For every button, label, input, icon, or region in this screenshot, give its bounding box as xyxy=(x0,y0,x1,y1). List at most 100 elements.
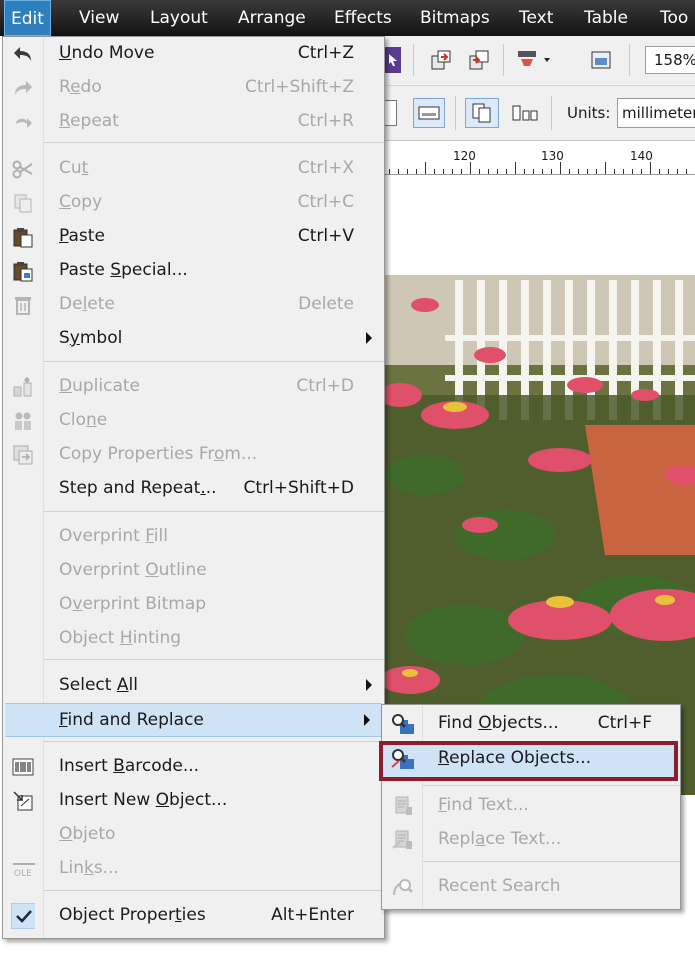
menu-item-label: Repeat xyxy=(59,111,119,131)
menu-item-find-text[interactable]: Find Text... xyxy=(382,789,680,823)
menu-item-delete[interactable]: Delete Delete xyxy=(3,288,384,322)
menu-item-paste-special[interactable]: Paste Special... xyxy=(3,254,384,288)
menu-item-overprint-fill[interactable]: Overprint Fill xyxy=(3,520,384,554)
ruler-tick xyxy=(677,169,678,174)
pick-tool-icon[interactable] xyxy=(385,47,401,73)
menu-view[interactable]: View xyxy=(73,0,125,36)
ruler-tick xyxy=(461,169,462,174)
find-and-replace-submenu: Find Objects... Ctrl+F Replace Objects... F… xyxy=(379,704,681,910)
menu-layout[interactable]: Layout xyxy=(144,0,214,36)
menu-item-paste[interactable]: Paste Ctrl+V xyxy=(3,220,384,254)
menu-item-copy[interactable]: Copy Ctrl+C xyxy=(3,186,384,220)
menu-item-clone[interactable]: Clone xyxy=(3,404,384,438)
menu-effects[interactable]: Effects xyxy=(328,0,398,36)
menu-item-overprint-bitmap[interactable]: Overprint Bitmap xyxy=(3,588,384,622)
clone-icon xyxy=(11,409,35,433)
menu-table[interactable]: Table xyxy=(578,0,634,36)
horizontal-ruler[interactable]: 120 130 140 xyxy=(385,141,695,175)
menu-item-overprint-outline[interactable]: Overprint Outline xyxy=(3,554,384,588)
menu-item-shortcut: Ctrl+Shift+Z xyxy=(244,77,354,97)
menu-item-label: Insert New Object... xyxy=(59,790,228,810)
ruler-tick xyxy=(479,169,480,174)
menu-tools[interactable]: Too xyxy=(654,0,694,36)
menu-separator xyxy=(44,741,384,742)
menu-item-label: Symbol xyxy=(59,328,123,348)
menu-item-find-and-replace[interactable]: Find and Replace xyxy=(5,703,382,737)
paste-special-icon xyxy=(11,259,35,283)
menu-item-label: Step and Repeat... xyxy=(59,478,217,498)
all-pages-icon[interactable] xyxy=(465,98,499,128)
menu-edit[interactable]: Edit xyxy=(4,0,51,36)
current-page-icon[interactable] xyxy=(509,98,541,128)
zoom-level-field[interactable]: 158% xyxy=(645,46,695,74)
menu-item-insert-new-object[interactable]: Insert New Object... xyxy=(3,784,384,818)
menu-separator xyxy=(44,890,384,891)
menu-item-label: Redo xyxy=(59,77,102,97)
menu-separator xyxy=(44,659,384,660)
edit-menu: Undo Move Ctrl+Z Redo Ctrl+Shift+Z Repeat Ctr… xyxy=(2,36,385,939)
menu-item-find-objects[interactable]: Find Objects... Ctrl+F xyxy=(382,707,680,741)
menu-item-symbol[interactable]: Symbol xyxy=(3,322,384,356)
ruler-tick xyxy=(533,169,534,174)
menu-item-shortcut: Ctrl+C xyxy=(297,192,354,212)
menu-item-cut[interactable]: Cut Ctrl+X xyxy=(3,152,384,186)
menu-item-label: Replace Objects... xyxy=(438,748,592,768)
menu-item-label: Overprint Outline xyxy=(59,560,207,580)
copy-properties-icon xyxy=(11,443,35,467)
ruler-tick xyxy=(650,162,651,174)
replace-text-icon xyxy=(390,828,414,852)
find-text-icon xyxy=(390,794,414,818)
menu-item-label: Find Objects... xyxy=(438,713,559,733)
ruler-tick xyxy=(623,169,624,174)
units-dropdown[interactable]: millimeters xyxy=(617,98,695,128)
publish-icon[interactable] xyxy=(515,46,555,74)
duplicate-icon xyxy=(11,375,35,399)
ruler-tick xyxy=(515,162,516,174)
menu-item-links[interactable]: OLE Links... xyxy=(3,852,384,886)
menu-item-replace-text[interactable]: Replace Text... xyxy=(382,823,680,857)
menu-item-label: Cut xyxy=(59,158,89,178)
menu-item-undo-move[interactable]: Undo Move Ctrl+Z xyxy=(3,37,384,71)
portrait-page-icon[interactable] xyxy=(383,100,397,126)
menu-item-label: Duplicate xyxy=(59,376,140,396)
menu-item-object-hinting[interactable]: Object Hinting xyxy=(3,622,384,656)
scissors-icon xyxy=(11,157,35,181)
submenu-arrow-icon xyxy=(364,714,370,726)
ruler-tick xyxy=(497,169,498,174)
menu-item-select-all[interactable]: Select All xyxy=(3,669,384,703)
units-label: Units: xyxy=(567,104,611,122)
menu-item-replace-objects[interactable]: Replace Objects... xyxy=(382,742,680,776)
repeat-icon xyxy=(11,110,35,134)
landscape-page-icon[interactable] xyxy=(413,98,445,128)
menu-item-shortcut: Ctrl+X xyxy=(297,158,354,178)
ruler-tick xyxy=(614,169,615,174)
ruler-tick xyxy=(416,169,417,174)
menu-item-shortcut: Ctrl+Z xyxy=(297,43,354,63)
application-launcher-icon[interactable] xyxy=(587,46,615,74)
menu-item-repeat[interactable]: Repeat Ctrl+R xyxy=(3,105,384,139)
svg-text:OLE: OLE xyxy=(14,869,32,879)
menu-text[interactable]: Text xyxy=(513,0,559,36)
menu-item-recent-search[interactable]: Recent Search xyxy=(382,870,680,904)
menu-item-object-properties[interactable]: Object Properties Alt+Enter xyxy=(3,899,384,933)
menu-bitmaps[interactable]: Bitmaps xyxy=(414,0,496,36)
menu-item-label: Paste Special... xyxy=(59,260,188,280)
ruler-tick xyxy=(389,169,390,174)
menu-item-insert-barcode[interactable]: Insert Barcode... xyxy=(3,750,384,784)
import-icon[interactable] xyxy=(427,46,455,74)
menu-arrange[interactable]: Arrange xyxy=(232,0,312,36)
menu-item-step-and-repeat[interactable]: Step and Repeat... Ctrl+Shift+D xyxy=(3,472,384,506)
export-icon[interactable] xyxy=(465,46,493,74)
ruler-tick xyxy=(434,169,435,174)
menu-item-label: Overprint Fill xyxy=(59,526,168,546)
trash-icon xyxy=(11,293,35,317)
ruler-tick xyxy=(452,169,453,174)
menu-item-label: Links... xyxy=(59,858,119,878)
menu-item-duplicate[interactable]: Duplicate Ctrl+D xyxy=(3,370,384,404)
menu-item-objeto[interactable]: Objeto xyxy=(3,818,384,852)
ruler-tick xyxy=(542,169,543,174)
menu-item-redo[interactable]: Redo Ctrl+Shift+Z xyxy=(3,71,384,105)
ruler-tick xyxy=(407,169,408,174)
ruler-label: 120 xyxy=(453,149,476,163)
menu-item-copy-properties-from[interactable]: Copy Properties From... xyxy=(3,438,384,472)
